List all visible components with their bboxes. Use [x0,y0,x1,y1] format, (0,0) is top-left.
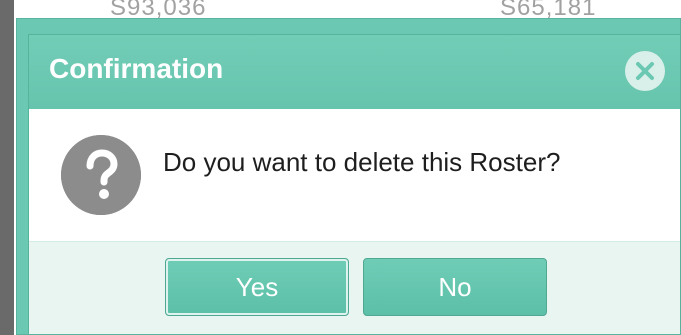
dialog-footer: Yes No [29,241,680,334]
question-icon [61,135,141,215]
background-sidebar-edge [0,0,14,335]
dialog-title: Confirmation [49,53,224,84]
yes-button[interactable]: Yes [165,258,349,316]
no-button[interactable]: No [363,258,547,316]
dialog-body: Do you want to delete this Roster? [29,109,680,241]
dialog-header: Confirmation [29,35,680,109]
close-icon[interactable] [625,51,665,91]
confirmation-dialog: Confirmation Do you want to delete this … [28,34,681,335]
dialog-message: Do you want to delete this Roster? [163,147,561,177]
